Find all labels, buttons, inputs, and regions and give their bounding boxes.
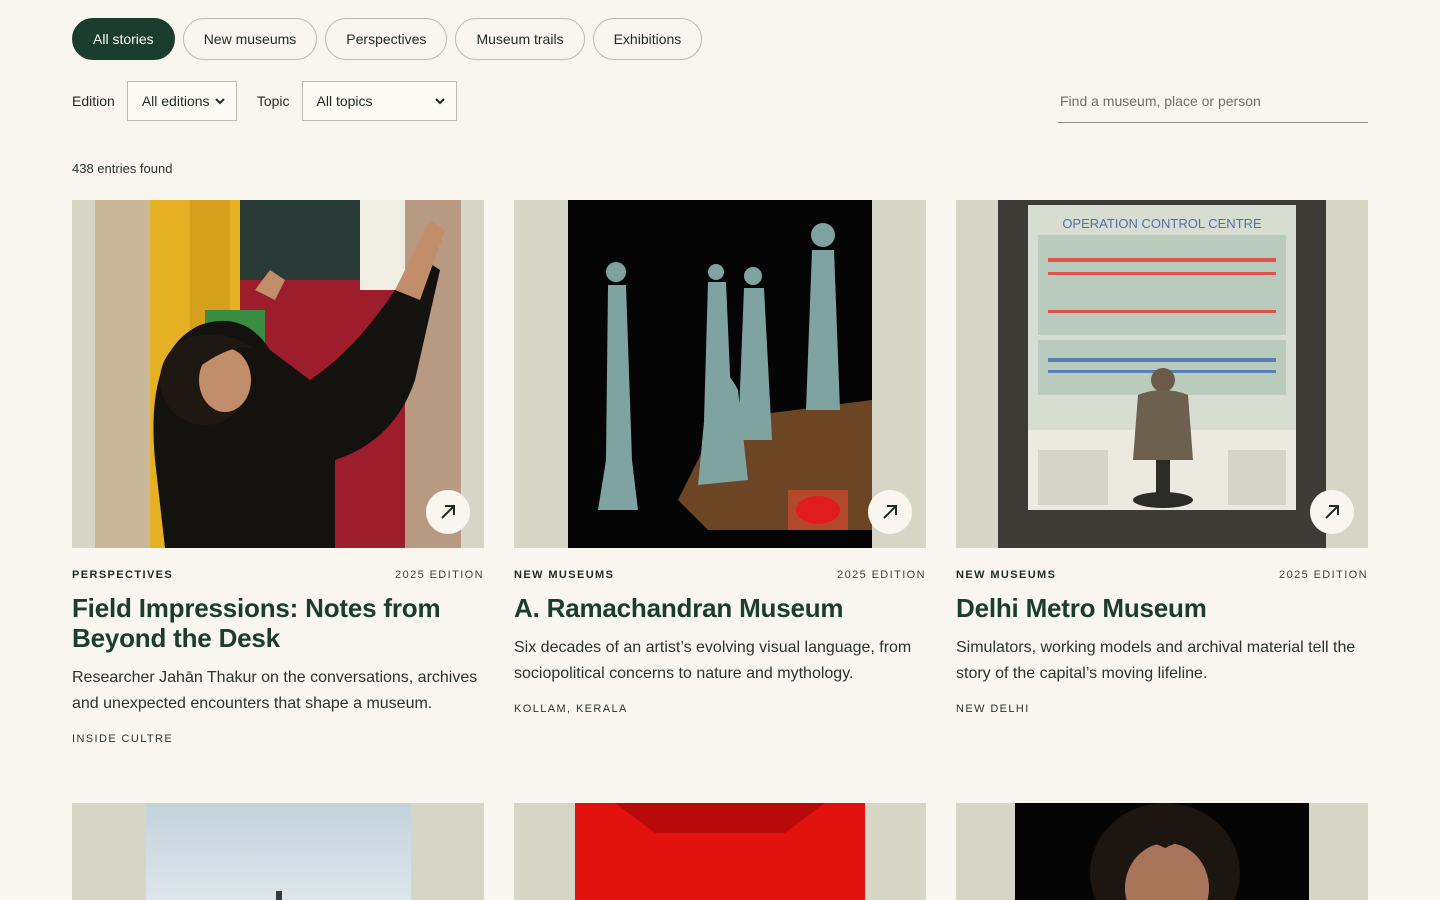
results-count: 438 entries found (72, 161, 173, 176)
control-centre-sign: OPERATION CONTROL CENTRE (1062, 216, 1262, 231)
search-box (1058, 81, 1368, 123)
card-location: New Delhi (956, 703, 1030, 715)
filter-bar: Edition All editions Topic All topics (72, 81, 457, 121)
edition-select-value: All editions (141, 93, 210, 109)
card-location: Inside Cultre (72, 733, 174, 745)
search-input[interactable] (1058, 81, 1368, 121)
red-installation-photo (575, 803, 865, 900)
card-edition: 2025 Edition (1279, 569, 1368, 581)
arrow-up-right-icon (441, 505, 455, 519)
open-story-button[interactable] (426, 490, 470, 534)
topic-select[interactable]: All topics (301, 81, 457, 121)
chevron-down-icon (215, 98, 225, 105)
card-description: Simulators, working models and archival … (956, 639, 1356, 682)
card-image (72, 200, 484, 548)
open-story-button[interactable] (868, 490, 912, 534)
edition-select[interactable]: All editions (126, 81, 237, 121)
arrow-up-right-icon (1325, 505, 1339, 519)
card-meta: New museums 2025 Edition (514, 569, 926, 581)
story-card[interactable]: Perspectives 2025 Edition Field Impressi… (72, 200, 484, 745)
card-title[interactable]: A. Ramachandran Museum (514, 593, 926, 623)
card-category: New museums (956, 569, 1057, 581)
card-category: New museums (514, 569, 615, 581)
card-edition: 2025 Edition (837, 569, 926, 581)
portrait-photo (1015, 803, 1309, 900)
sculptures-photo (568, 200, 872, 548)
topic-label: Topic (256, 93, 290, 109)
tab-all-stories[interactable]: All stories (72, 18, 175, 60)
card-edition: 2025 Edition (395, 569, 484, 581)
card-title[interactable]: Field Impressions: Notes from Beyond the… (72, 593, 484, 653)
sky-photo (146, 803, 411, 900)
card-meta: New museums 2025 Edition (956, 569, 1368, 581)
story-tabs: All stories New museums Perspectives Mus… (72, 18, 703, 60)
card-description: Researcher Jahān Thakur on the conversat… (72, 669, 478, 712)
card-meta: Perspectives 2025 Edition (72, 569, 484, 581)
card-title[interactable]: Delhi Metro Museum (956, 593, 1368, 623)
story-card-image[interactable] (956, 803, 1368, 900)
tab-perspectives[interactable]: Perspectives (325, 18, 448, 60)
card-location: Kollam, Kerala (514, 703, 628, 715)
edition-label: Edition (72, 93, 115, 109)
card-image (514, 200, 926, 548)
tab-exhibitions[interactable]: Exhibitions (592, 18, 703, 60)
tab-museum-trails[interactable]: Museum trails (455, 18, 585, 60)
chevron-down-icon (434, 98, 445, 105)
card-description: Six decades of an artist’s evolving visu… (514, 639, 912, 682)
story-card[interactable]: New museums 2025 Edition A. Ramachandran… (514, 200, 926, 715)
story-card-image[interactable] (514, 803, 926, 900)
topic-select-value: All topics (316, 93, 373, 109)
control-centre-photo: OPERATION CONTROL CENTRE (998, 200, 1326, 548)
researcher-photo (95, 200, 461, 548)
story-card[interactable]: OPERATION CONTROL CENTRE New museums 202… (956, 200, 1368, 715)
card-category: Perspectives (72, 569, 174, 581)
arrow-up-right-icon (883, 505, 897, 519)
open-story-button[interactable] (1310, 490, 1354, 534)
card-image: OPERATION CONTROL CENTRE (956, 200, 1368, 548)
story-card-image[interactable] (72, 803, 484, 900)
tab-new-museums[interactable]: New museums (182, 18, 318, 60)
